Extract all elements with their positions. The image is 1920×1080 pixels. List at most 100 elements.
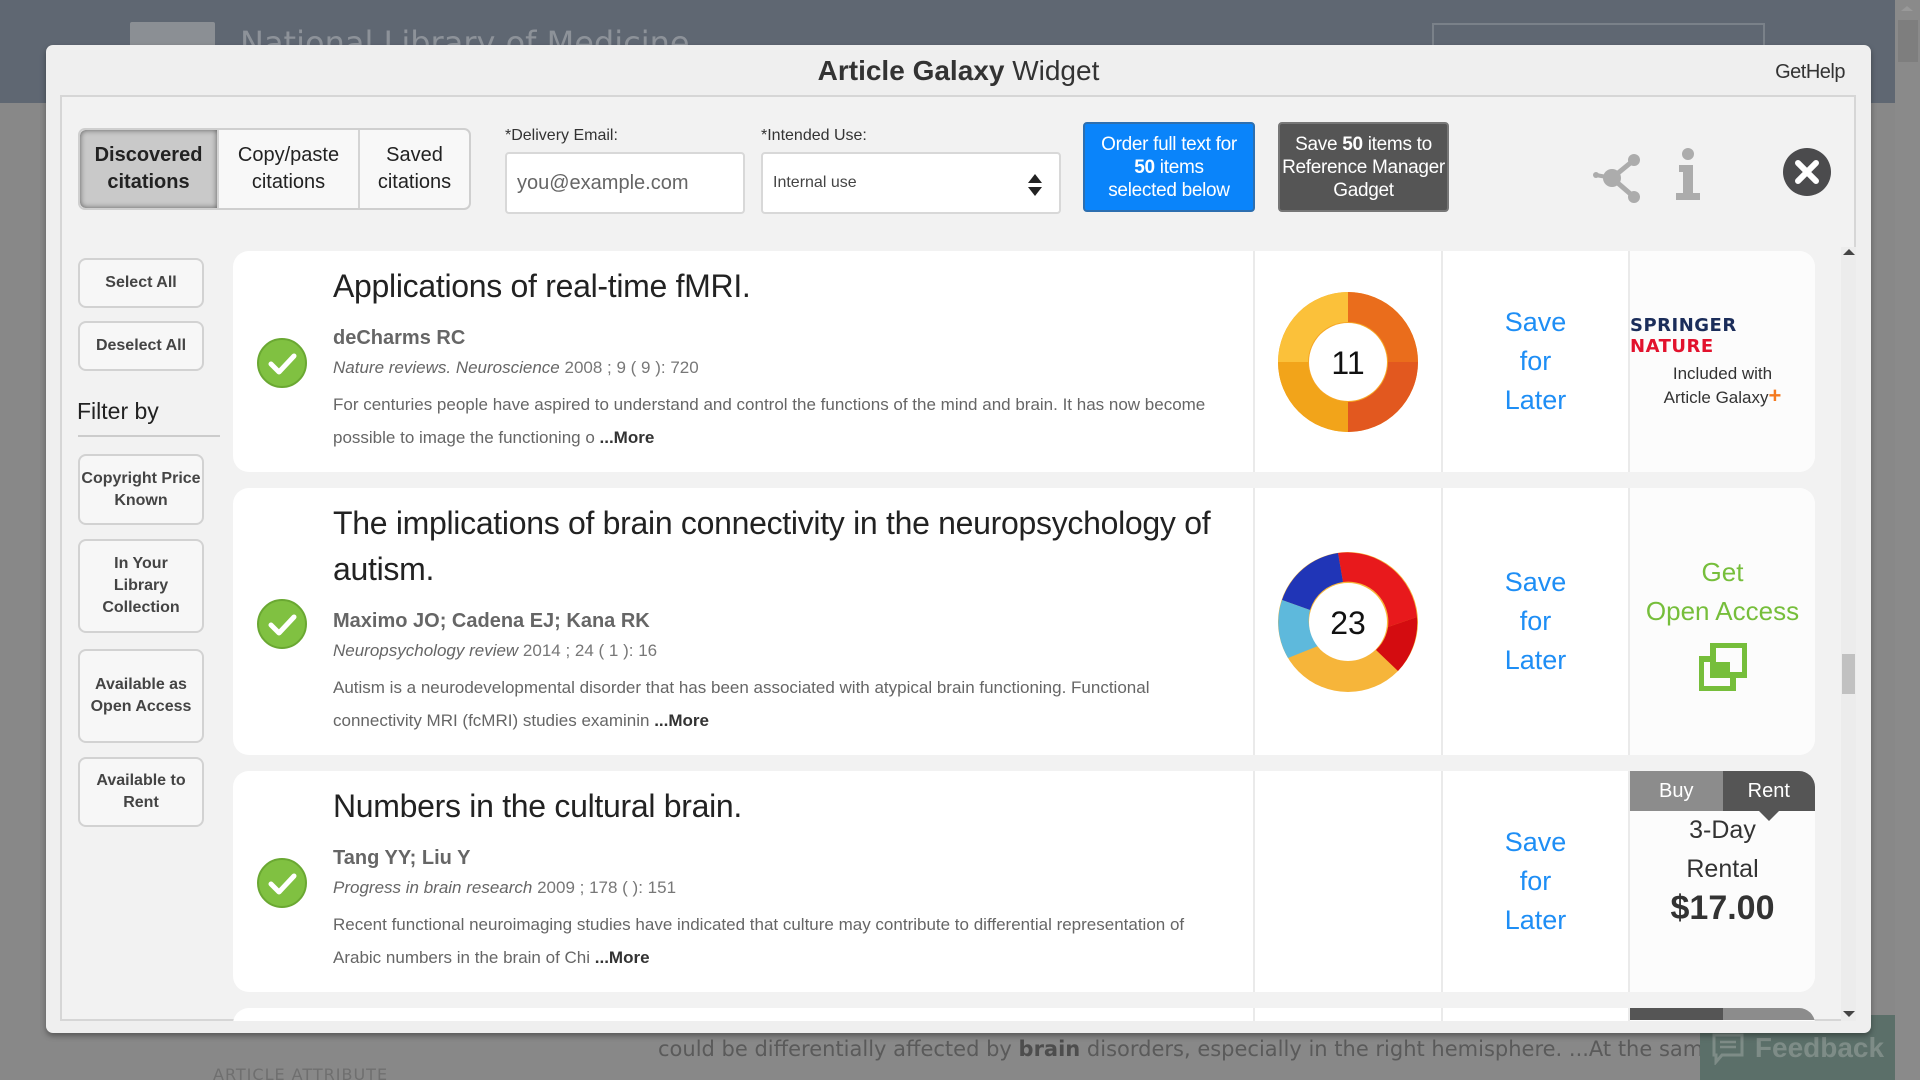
buy-rent-toggle [1630,1008,1815,1020]
delivery-email-label: *Delivery Email: [505,127,618,144]
article-card: Numbers in the cultural brain. Tang YY; … [233,771,1815,992]
intended-use-select[interactable]: Internal use [761,152,1061,214]
save-for-later-column [1443,1008,1630,1021]
article-authors: Maximo JO; Cadena EJ; Kana RK [333,610,650,632]
scroll-up-arrow-icon[interactable] [1843,249,1855,255]
modal-title-rest: Widget [1004,55,1100,86]
buy-option[interactable] [1630,1008,1723,1020]
intended-use-label: *Intended Use: [761,127,867,144]
access-column [1630,1008,1815,1021]
rent-option[interactable]: Rent [1722,771,1815,821]
more-link[interactable]: ...More [600,428,655,447]
included-with-article-galaxy: Included with Article Galaxy+ [1663,363,1782,408]
article-abstract: Recent functional neuroimaging studies h… [333,915,1185,967]
feedback-label: Feedback [1754,1031,1885,1063]
order-button-label: Order full text for 50 items selected belo… [1101,133,1237,201]
save-for-later-button[interactable]: Save for Later [1505,563,1567,680]
info-icon[interactable] [1675,147,1703,202]
journal-name: Neuropsychology review [333,641,519,660]
filter-open-access[interactable]: Available as Open Access [78,649,204,743]
article-title[interactable]: The implications of brain connectivity i… [333,500,1243,592]
more-link[interactable]: ...More [654,711,709,730]
altmetric-badge[interactable]: 23 [1272,546,1424,698]
article-list-scroll-thumb[interactable] [1842,654,1855,694]
filter-available-to-rent[interactable]: Available to Rent [78,757,204,827]
article-card [233,1008,1815,1021]
rent-option[interactable] [1722,1008,1815,1020]
journal-name: Nature reviews. Neuroscience [333,358,560,377]
citation-details: 2014 ; 24 ( 1 ): 16 [518,641,658,660]
save-to-reference-manager-button[interactable]: Save 50 items to Reference Manager Gadget [1278,122,1449,212]
citation-tabs: Discovered citations Copy/paste citation… [78,128,471,210]
page-scrollbar[interactable] [1895,0,1920,1080]
scroll-down-arrow-icon[interactable] [1843,1011,1855,1017]
save-for-later-button[interactable]: Save for Later [1505,303,1567,420]
article-main: The implications of brain connectivity i… [233,488,1255,755]
article-title[interactable]: Applications of real-time fMRI. [333,263,1243,309]
citation-details: 2008 ; 9 ( 9 ): 720 [559,358,699,377]
article-citation: Progress in brain research 2009 ; 178 ( … [333,878,1233,898]
article-abstract: For centuries people have aspired to und… [333,395,1206,447]
deselect-all-button[interactable]: Deselect All [78,321,204,371]
select-arrows-icon [1028,174,1042,196]
article-list-scrollbar[interactable] [1841,247,1856,1021]
close-icon[interactable] [1782,147,1832,197]
article-details: deCharms RC Nature reviews. Neuroscience… [333,327,1233,454]
delivery-email-input[interactable] [505,152,745,214]
article-details: Tang YY; Liu Y Progress in brain researc… [333,847,1233,974]
access-column: Get Open Access [1630,488,1815,755]
buy-option[interactable]: Buy [1630,771,1723,811]
article-main [233,1008,1255,1021]
article-title[interactable]: Numbers in the cultural brain. [333,783,1243,829]
save-for-later-column: Save for Later [1443,488,1630,755]
selected-checkmark-icon[interactable] [256,337,308,389]
save-for-later-column: Save for Later [1443,771,1630,992]
article-details: Maximo JO; Cadena EJ; Kana RK Neuropsych… [333,610,1233,737]
article-main: Applications of real-time fMRI. deCharms… [233,251,1255,472]
access-column: Buy Rent 3-Day Rental $17.00 [1630,771,1815,992]
filter-in-library-collection[interactable]: In Your Library Collection [78,539,204,633]
filter-copyright-price-known[interactable]: Copyright Price Known [78,454,204,525]
altmetric-badge[interactable]: 11 [1272,286,1424,438]
filter-divider [78,435,220,437]
save-for-later-button[interactable]: Save for Later [1505,823,1567,940]
altmetric-column [1255,771,1443,992]
select-all-button[interactable]: Select All [78,258,204,308]
background-article-attribute: ARTICLE ATTRIBUTE [213,1065,389,1080]
save-button-label: Save 50 items to Reference Manager Gadget [1282,133,1445,201]
access-column: SPRINGER NATURE Included with Article Gal… [1630,251,1815,472]
modal-title-brand: Article Galaxy [817,55,1005,86]
buy-rent-toggle: Buy Rent [1630,771,1815,821]
altmetric-score: 23 [1330,605,1366,641]
tab-saved-citations[interactable]: Saved citations [360,130,469,208]
tab-copy-paste-citations[interactable]: Copy/paste citations [219,130,360,208]
get-help-link[interactable]: GetHelp [1775,61,1845,84]
tab-discovered-citations[interactable]: Discovered citations [80,130,219,208]
article-card: The implications of brain connectivity i… [233,488,1815,755]
article-abstract: Autism is a neurodevelopmental disorder … [333,678,1150,730]
more-link[interactable]: ...More [595,948,650,967]
chat-icon [1712,1033,1744,1065]
selected-checkmark-icon[interactable] [256,598,308,650]
citation-details: 2009 ; 178 ( ): 151 [532,878,677,897]
external-link-icon[interactable] [1698,642,1747,691]
share-icon[interactable] [1592,150,1644,206]
article-authors: deCharms RC [333,327,466,349]
scroll-up-arrow-icon[interactable] [1901,6,1913,11]
selected-checkmark-icon[interactable] [256,857,308,909]
order-full-text-button[interactable]: Order full text for 50 items selected belo… [1083,122,1255,212]
widget-panel: Discovered citations Copy/paste citation… [60,95,1856,1021]
background-article-text: could be differentially affected by brai… [658,1037,1777,1061]
article-main: Numbers in the cultural brain. Tang YY; … [233,771,1255,992]
rental-price[interactable]: $17.00 [1671,889,1775,928]
save-for-later-column: Save for Later [1443,251,1630,472]
article-authors: Tang YY; Liu Y [333,847,471,869]
article-card: Applications of real-time fMRI. deCharms… [233,251,1815,472]
filter-by-heading: Filter by [77,398,159,424]
journal-name: Progress in brain research [333,878,533,897]
springer-nature-logo: SPRINGER NATURE [1630,314,1737,357]
altmetric-score: 11 [1331,345,1364,381]
page-scroll-thumb[interactable] [1898,20,1918,62]
get-open-access-link[interactable]: Get Open Access [1646,553,1799,631]
modal-title: Article Galaxy Widget [46,55,1871,87]
